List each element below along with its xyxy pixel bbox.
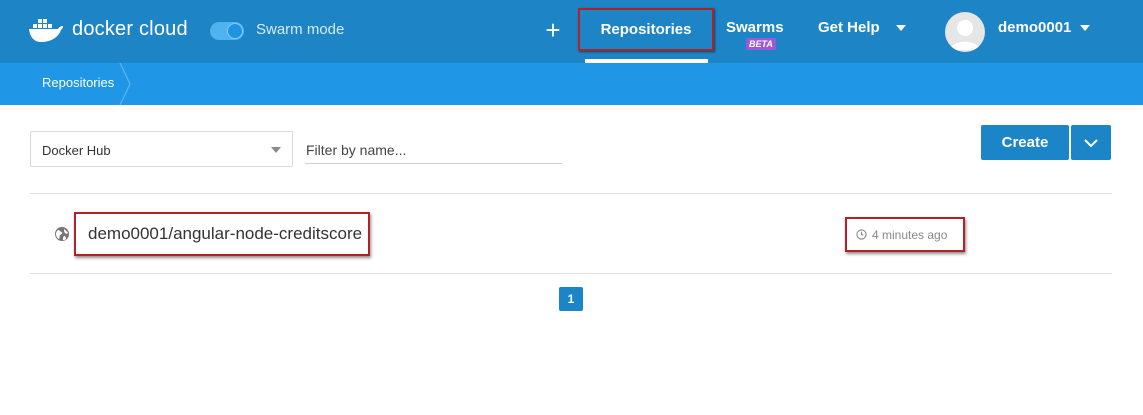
select-caret-icon <box>271 147 281 153</box>
repository-name: demo0001/angular-node-creditscore <box>88 224 363 243</box>
pagination-page-1[interactable]: 1 <box>559 287 583 311</box>
source-select[interactable]: Docker Hub <box>30 131 293 167</box>
divider <box>30 193 1112 194</box>
breadcrumb-item-repositories[interactable]: Repositories <box>42 75 114 90</box>
source-select-value: Docker Hub <box>42 143 111 158</box>
nav-get-help-label: Get Help <box>818 19 880 36</box>
create-dropdown-button[interactable] <box>1071 125 1111 160</box>
nav-repositories-label: Repositories <box>600 21 692 38</box>
swarm-mode-label: Swarm mode <box>256 21 345 38</box>
nav-repositories[interactable]: Repositories <box>578 8 714 51</box>
updated-time: 4 minutes ago <box>872 227 948 242</box>
filter-by-name-input[interactable] <box>305 136 562 164</box>
chevron-down-icon[interactable] <box>1080 25 1090 31</box>
top-nav-bar: docker cloud Swarm mode + Repositories S… <box>0 0 1143 63</box>
user-avatar-icon <box>950 20 980 50</box>
nav-swarms-label: Swarms <box>726 19 784 36</box>
clock-icon <box>856 229 867 240</box>
chevron-down-icon[interactable] <box>896 25 906 31</box>
swarm-mode-toggle[interactable] <box>210 22 244 40</box>
beta-badge: BETA <box>746 38 776 50</box>
user-menu[interactable]: demo0001 <box>998 19 1071 36</box>
docker-whale-icon <box>29 19 63 42</box>
user-avatar[interactable] <box>945 12 985 52</box>
repository-updated: 4 minutes ago <box>845 217 965 252</box>
nav-swarms[interactable]: Swarms <box>726 19 784 36</box>
toggle-knob <box>227 23 243 39</box>
repository-link[interactable]: demo0001/angular-node-creditscore <box>74 212 370 256</box>
plus-icon: + <box>545 15 561 45</box>
chevron-down-icon <box>1084 139 1098 148</box>
docker-cloud-logo[interactable]: docker cloud <box>28 14 188 44</box>
globe-icon <box>55 227 69 241</box>
username-label: demo0001 <box>998 19 1072 36</box>
logo-text: docker cloud <box>72 17 188 40</box>
breadcrumb-separator-icon <box>119 63 131 105</box>
nav-get-help[interactable]: Get Help <box>818 19 880 36</box>
create-button[interactable]: Create <box>981 125 1069 160</box>
add-button[interactable]: + <box>541 14 565 46</box>
divider <box>30 273 1112 274</box>
breadcrumb: Repositories <box>0 63 1143 105</box>
